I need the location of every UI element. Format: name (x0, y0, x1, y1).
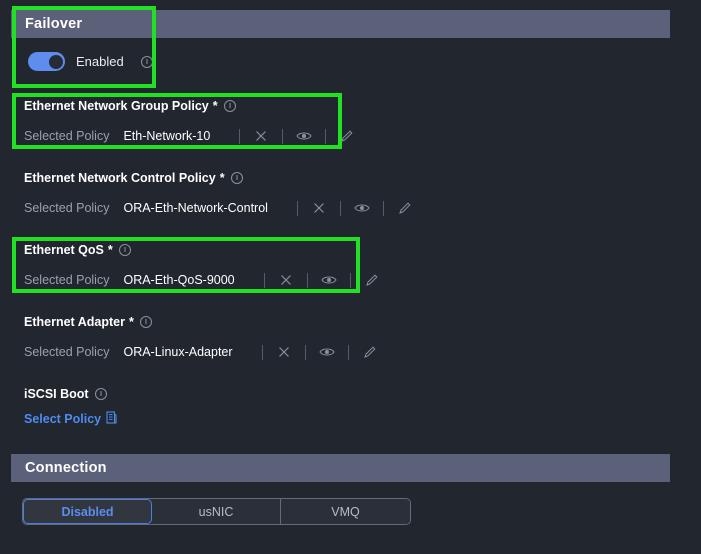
info-icon[interactable] (223, 100, 236, 112)
policy-actions (251, 272, 380, 288)
info-icon[interactable] (140, 55, 153, 68)
policy-list-icon (106, 411, 117, 427)
separator (349, 272, 351, 288)
selected-policy-label: Selected Policy (24, 273, 110, 287)
separator (239, 128, 241, 144)
view-icon[interactable] (321, 272, 337, 288)
policy-value: ORA-Eth-QoS-9000 (123, 273, 235, 287)
policy-block-ethernet-network-group: Ethernet Network Group Policy * Selected… (24, 98, 355, 144)
select-policy-label: Select Policy (24, 412, 102, 426)
section-header-connection: Connection (11, 454, 670, 482)
required-marker: * (212, 99, 218, 113)
policy-actions (284, 200, 413, 216)
failover-toggle-label: Enabled (76, 54, 124, 69)
section-header-failover: Failover (11, 10, 670, 38)
separator (304, 344, 306, 360)
section-title-connection: Connection (25, 460, 107, 476)
policy-label-text: Ethernet Network Control Policy (24, 171, 216, 185)
policy-block-ethernet-network-control: Ethernet Network Control Policy * Select… (24, 170, 413, 216)
clear-icon[interactable] (311, 200, 327, 216)
selected-policy-label: Selected Policy (24, 345, 110, 359)
policy-label-ethernet-network-control: Ethernet Network Control Policy * (24, 170, 413, 186)
failover-enabled-row[interactable]: Enabled (28, 52, 153, 71)
policy-label-text: Ethernet Adapter (24, 315, 125, 329)
selected-policy-label: Selected Policy (24, 129, 110, 143)
separator (261, 344, 263, 360)
separator (282, 128, 284, 144)
policy-row: Selected Policy ORA-Linux-Adapter (24, 344, 378, 360)
segment-vmq[interactable]: VMQ (281, 499, 410, 524)
toggle-knob (48, 54, 63, 69)
failover-toggle[interactable] (28, 52, 65, 71)
info-icon[interactable] (94, 388, 107, 400)
policy-value: ORA-Eth-Network-Control (123, 201, 268, 215)
separator (347, 344, 349, 360)
view-icon[interactable] (296, 128, 312, 144)
policy-label-ethernet-qos: Ethernet QoS * (24, 242, 380, 258)
policy-label-iscsi-boot: iSCSI Boot (24, 386, 107, 402)
required-marker: * (128, 315, 134, 329)
policy-block-iscsi-boot: iSCSI Boot (24, 386, 107, 402)
policy-actions (226, 128, 355, 144)
separator (263, 272, 265, 288)
view-icon[interactable] (318, 344, 335, 360)
segment-usnic[interactable]: usNIC (152, 499, 281, 524)
policy-label-text: Ethernet Network Group Policy (24, 99, 209, 113)
policy-value: ORA-Linux-Adapter (123, 345, 233, 359)
separator (325, 128, 327, 144)
selected-policy-label: Selected Policy (24, 201, 110, 215)
policy-label-ethernet-network-group: Ethernet Network Group Policy * (24, 98, 355, 114)
separator (339, 200, 341, 216)
policy-configuration-panel: Failover Enabled Ethernet Network Group … (0, 0, 701, 554)
clear-icon[interactable] (253, 128, 269, 144)
policy-block-ethernet-adapter: Ethernet Adapter * Selected Policy ORA-L… (24, 314, 378, 360)
policy-actions (249, 344, 378, 360)
separator (382, 200, 384, 216)
connection-mode-segmented-control[interactable]: Disabled usNIC VMQ (22, 498, 411, 525)
select-policy-link[interactable]: Select Policy (24, 411, 117, 427)
section-title-failover: Failover (25, 16, 83, 32)
policy-row: Selected Policy ORA-Eth-Network-Control (24, 200, 413, 216)
required-marker: * (107, 243, 113, 257)
edit-icon[interactable] (362, 344, 378, 360)
policy-row: Selected Policy Eth-Network-10 (24, 128, 355, 144)
separator (296, 200, 298, 216)
policy-value: Eth-Network-10 (123, 129, 211, 143)
edit-icon[interactable] (339, 128, 355, 144)
policy-label-ethernet-adapter: Ethernet Adapter * (24, 314, 378, 330)
clear-icon[interactable] (278, 272, 294, 288)
segment-disabled[interactable]: Disabled (23, 499, 152, 524)
policy-row: Selected Policy ORA-Eth-QoS-9000 (24, 272, 380, 288)
info-icon[interactable] (230, 172, 243, 184)
info-icon[interactable] (139, 316, 152, 328)
separator (306, 272, 308, 288)
clear-icon[interactable] (276, 344, 292, 360)
view-icon[interactable] (354, 200, 370, 216)
policy-label-text: Ethernet QoS (24, 243, 104, 257)
edit-icon[interactable] (364, 272, 380, 288)
required-marker: * (219, 171, 225, 185)
edit-icon[interactable] (397, 200, 413, 216)
policy-block-ethernet-qos: Ethernet QoS * Selected Policy ORA-Eth-Q… (24, 242, 380, 288)
policy-label-text: iSCSI Boot (24, 387, 89, 401)
info-icon[interactable] (118, 244, 131, 256)
